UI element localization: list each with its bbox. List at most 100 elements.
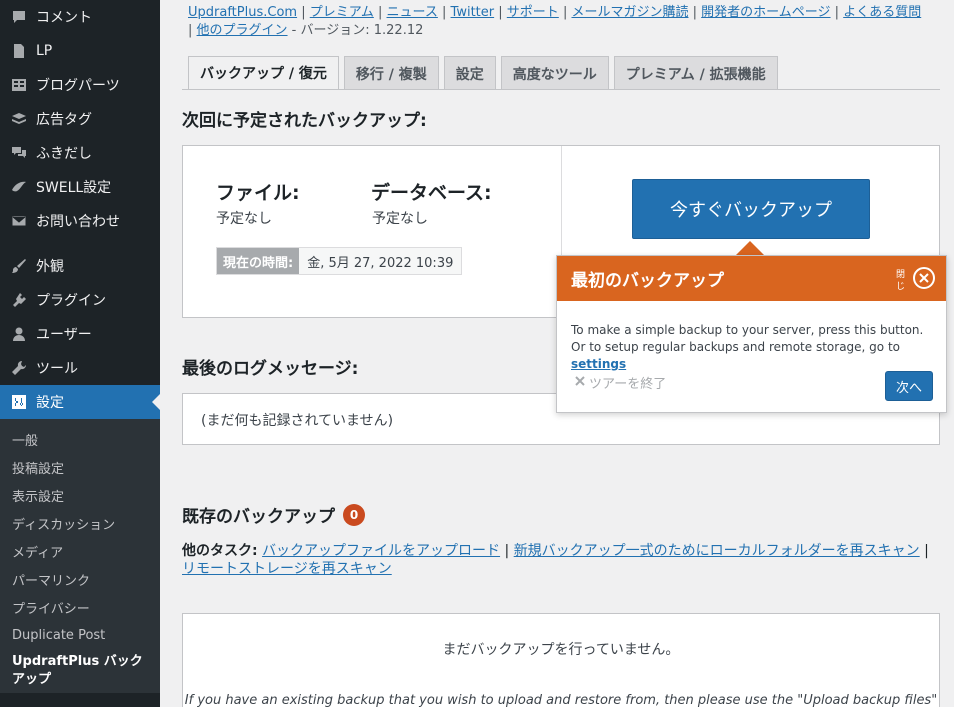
sidebar-item-lp[interactable]: LP — [0, 34, 160, 68]
tour-next-button[interactable]: 次へ — [885, 371, 933, 401]
link-separator: | — [301, 5, 306, 20]
settings-submenu: 一般 投稿設定 表示設定 ディスカッション メディア パーマリンク プライバシー… — [0, 419, 160, 693]
tour-body-text: To make a simple backup to your server, … — [571, 323, 924, 354]
files-label: ファイル: — [216, 182, 300, 204]
link-other-plugins[interactable]: 他のプラグイン — [197, 23, 288, 38]
link-separator: | — [562, 5, 568, 20]
comment-icon — [10, 8, 28, 26]
sidebar-item-balloons[interactable]: ふきだし — [0, 136, 160, 170]
settings-icon — [10, 393, 28, 411]
tab-premium-extensions[interactable]: プレミアム / 拡張機能 — [613, 56, 778, 90]
other-tasks: 他のタスク: バックアップファイルをアップロード | 新規バックアップ一式のため… — [182, 543, 929, 577]
user-icon — [10, 325, 28, 343]
sidebar-item-contact[interactable]: お問い合わせ — [0, 204, 160, 238]
link-updraftplus-com[interactable]: UpdraftPlus.Com — [188, 5, 297, 20]
submenu-item-duplicate-post[interactable]: Duplicate Post — [0, 621, 160, 649]
scheduled-backups-title: 次回に予定されたバックアップ: — [182, 111, 427, 131]
sidebar-item-label: 設定 — [36, 395, 64, 411]
last-log-message: (まだ何も記録されていません) — [201, 413, 394, 429]
current-time-label: 現在の時間: — [217, 248, 300, 274]
link-news[interactable]: ニュース — [387, 5, 438, 20]
tour-body: To make a simple backup to your server, … — [571, 322, 933, 373]
stack-icon — [10, 110, 28, 128]
sidebar-group-2: 外観 プラグイン ユーザー ツール 設定 — [0, 249, 160, 419]
table-icon — [10, 76, 28, 94]
upload-hint-text: If you have an existing backup that you … — [184, 693, 938, 707]
submenu-item-media[interactable]: メディア — [0, 537, 160, 565]
link-faq[interactable]: よくある質問 — [843, 5, 921, 20]
sidebar-item-users[interactable]: ユーザー — [0, 317, 160, 351]
rescan-local-folder-link[interactable]: 新規バックアップ一式のためにローカルフォルダーを再スキャン — [514, 543, 920, 559]
admin-sidebar: コメント LP ブログパーツ 広告タグ ふきだし SWELL設定 お問い合わせ — [0, 0, 160, 707]
tour-header: 最初のバックアップ 閉じ — [557, 256, 946, 301]
link-separator: | — [498, 5, 503, 20]
nav-tabs: バックアップ / 復元 移行 / 複製 設定 高度なツール プレミアム / 拡張… — [188, 56, 783, 90]
wrench-icon — [10, 359, 28, 377]
close-icon[interactable] — [913, 267, 935, 289]
rescan-remote-storage-link[interactable]: リモートストレージを再スキャン — [182, 561, 392, 577]
tab-advanced-tools[interactable]: 高度なツール — [500, 56, 609, 90]
version-text: - バージョン: 1.22.12 — [287, 23, 424, 38]
sidebar-item-label: 外観 — [36, 259, 64, 275]
submenu-item-permalinks[interactable]: パーマリンク — [0, 565, 160, 593]
link-premium[interactable]: プレミアム — [310, 5, 374, 20]
tour-pointer-arrow — [736, 241, 764, 255]
plugin-icon — [10, 291, 28, 309]
mail-icon — [10, 212, 28, 230]
tour-close-label[interactable]: 閉じ — [896, 269, 906, 293]
sidebar-item-label: プラグイン — [36, 293, 106, 309]
link-developer-home[interactable]: 開発者のホームページ — [701, 5, 830, 20]
sidebar-item-ad-tags[interactable]: 広告タグ — [0, 102, 160, 136]
sidebar-item-label: SWELL設定 — [36, 180, 112, 196]
submenu-item-updraftplus[interactable]: UpdraftPlus バックアップ — [0, 649, 160, 693]
tour-title: 最初のバックアップ — [571, 271, 724, 291]
tour-settings-link[interactable]: settings — [571, 357, 626, 371]
tour-popup: 最初のバックアップ 閉じ To make a simple backup to … — [556, 255, 947, 413]
database-schedule: 予定なし — [372, 211, 428, 227]
submenu-item-reading[interactable]: 表示設定 — [0, 481, 160, 509]
link-newsletter[interactable]: メールマガジン購読 — [571, 5, 688, 20]
sidebar-item-label: ふきだし — [36, 146, 92, 162]
submenu-item-writing[interactable]: 投稿設定 — [0, 453, 160, 481]
sidebar-item-appearance[interactable]: 外観 — [0, 249, 160, 283]
submenu-item-privacy[interactable]: プライバシー — [0, 593, 160, 621]
end-tour-label: ツアーを終了 — [589, 377, 667, 392]
existing-backups-label: 既存のバックアップ — [182, 507, 335, 527]
submenu-item-general[interactable]: 一般 — [0, 425, 160, 453]
upload-backup-files-link[interactable]: バックアップファイルをアップロード — [262, 543, 500, 559]
sidebar-item-label: ユーザー — [36, 327, 92, 343]
link-twitter[interactable]: Twitter — [451, 5, 495, 20]
sidebar-item-plugins[interactable]: プラグイン — [0, 283, 160, 317]
bubbles-icon — [10, 144, 28, 162]
existing-backups-title: 既存のバックアップ 0 — [182, 502, 365, 527]
link-separator: | — [442, 5, 447, 20]
sidebar-item-settings[interactable]: 設定 — [0, 385, 160, 419]
tab-migrate-clone[interactable]: 移行 / 複製 — [343, 56, 439, 90]
sidebar-item-comments[interactable]: コメント — [0, 0, 160, 34]
close-icon — [575, 375, 589, 390]
backup-count-badge: 0 — [343, 503, 365, 526]
link-separator: | — [692, 5, 698, 20]
end-tour-button[interactable]: ツアーを終了 — [575, 373, 666, 392]
database-label: データベース: — [371, 182, 492, 204]
page-icon — [10, 42, 28, 60]
brush-icon — [10, 257, 28, 275]
tabs-divider — [182, 89, 940, 90]
other-tasks-label: 他のタスク: — [182, 543, 258, 559]
link-support[interactable]: サポート — [507, 5, 559, 20]
files-schedule: 予定なし — [216, 211, 272, 227]
sidebar-item-label: お問い合わせ — [36, 214, 120, 230]
sidebar-item-label: ブログパーツ — [36, 78, 120, 94]
swell-icon — [10, 178, 28, 196]
link-separator: | — [377, 5, 383, 20]
link-separator: | — [834, 5, 840, 20]
tab-settings[interactable]: 設定 — [443, 56, 496, 90]
sidebar-item-tools[interactable]: ツール — [0, 351, 160, 385]
backup-now-button[interactable]: 今すぐバックアップ — [632, 179, 870, 239]
sidebar-item-blog-parts[interactable]: ブログパーツ — [0, 68, 160, 102]
submenu-item-discussion[interactable]: ディスカッション — [0, 509, 160, 537]
link-separator: | — [188, 23, 193, 38]
tab-backup-restore[interactable]: バックアップ / 復元 — [188, 56, 339, 90]
sidebar-item-label: コメント — [36, 10, 92, 26]
sidebar-item-swell-settings[interactable]: SWELL設定 — [0, 170, 160, 204]
